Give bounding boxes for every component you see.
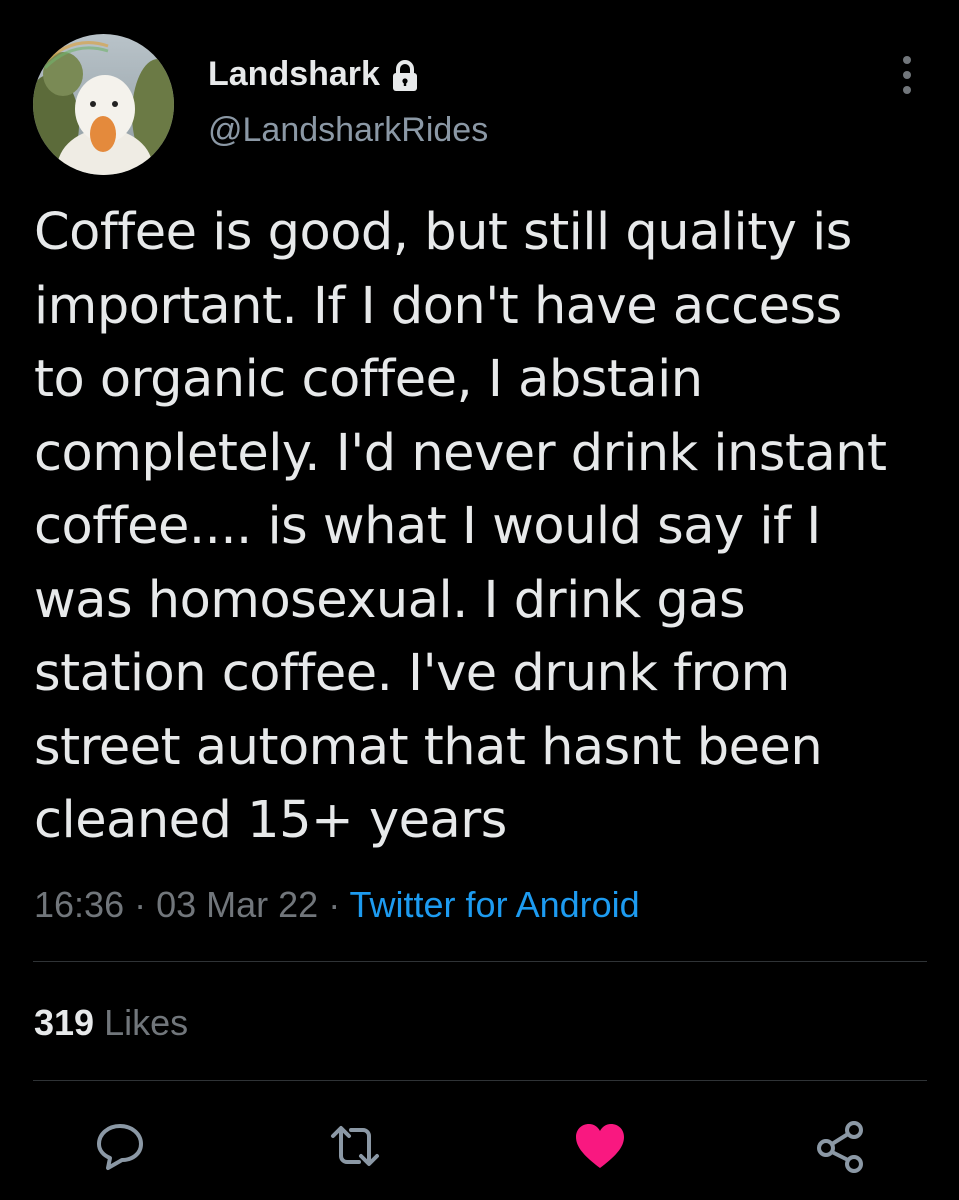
lock-icon	[390, 59, 420, 93]
duck-avatar-image	[33, 34, 174, 175]
author-name-row[interactable]: Landshark	[208, 52, 420, 96]
divider	[33, 961, 927, 962]
like-button[interactable]	[570, 1116, 630, 1176]
tweet-text: Coffee is good, but still quality is imp…	[34, 203, 887, 850]
likes-count: 319	[34, 1002, 95, 1043]
tweet-metadata: 16:36 · 03 Mar 22 · Twitter for Android	[34, 880, 640, 930]
likes-stat[interactable]: 319 Likes	[34, 998, 188, 1048]
author-handle[interactable]: @LandsharkRides	[208, 108, 488, 152]
meta-separator: ·	[318, 884, 350, 925]
reply-button[interactable]	[90, 1116, 150, 1176]
speech-bubble-icon	[97, 1124, 143, 1170]
share-button[interactable]	[810, 1116, 870, 1176]
share-icon	[817, 1121, 863, 1173]
divider	[33, 1080, 927, 1081]
meta-separator: ·	[124, 884, 157, 925]
tweet-source-link[interactable]: Twitter for Android	[350, 884, 640, 925]
avatar[interactable]	[33, 34, 174, 175]
likes-label: Likes	[104, 1002, 189, 1043]
tweet-time[interactable]: 16:36	[34, 884, 124, 925]
heart-icon	[576, 1124, 624, 1168]
tweet-date[interactable]: 03 Mar 22	[156, 884, 318, 925]
vertical-dots-icon	[903, 56, 911, 94]
retweet-button[interactable]	[325, 1116, 385, 1176]
display-name[interactable]: Landshark	[208, 52, 380, 96]
more-options-button[interactable]	[896, 50, 918, 100]
retweet-icon	[331, 1126, 379, 1166]
